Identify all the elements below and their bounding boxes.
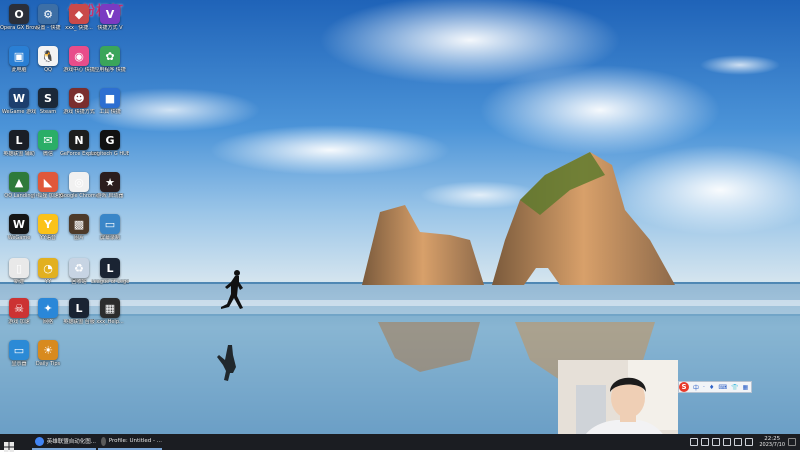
picture-app-icon: ▲	[9, 172, 29, 192]
monitor-icon: ▭	[9, 340, 29, 360]
qq-icon: 🐧	[38, 46, 58, 66]
desktop-icon-label: 应用程序 快捷	[94, 67, 126, 73]
desktop-icon-label: 游戏 启动器	[96, 193, 124, 199]
screenshot-icon: ▭	[100, 214, 120, 234]
fox-app-icon: ◣	[38, 172, 58, 192]
desktop-icon[interactable]: ☀ Daily Tips	[29, 338, 67, 378]
desktop-icon-label: 工具 快捷	[99, 109, 121, 115]
opera-gx-icon: O	[9, 4, 29, 24]
computer-icon: ▣	[9, 46, 29, 66]
sogou-tray-icon[interactable]	[745, 438, 754, 446]
pirate-game-icon: ☠	[9, 298, 29, 318]
volume-icon[interactable]	[723, 438, 732, 446]
desktop-icon[interactable]: ✿ 应用程序 快捷	[91, 44, 129, 84]
wechat-icon: ✉	[38, 130, 58, 150]
logitech-icon: G	[100, 130, 120, 150]
owl-app-icon: ◔	[38, 258, 58, 278]
wifi-icon[interactable]	[712, 438, 721, 446]
start-button[interactable]	[4, 437, 14, 452]
taskbar-app-label: 英雄联盟自动化图...	[46, 439, 96, 445]
desktop-icon-label: 快捷方式 V	[97, 25, 123, 31]
app-shortcut-icon: ◆	[69, 4, 89, 24]
v-app-icon: V	[100, 4, 120, 24]
settings-icon: ⚙	[38, 4, 58, 24]
desktop-icon-label: Logitech G HUB	[91, 151, 129, 157]
desktop-icon-label: xxx_Help...	[96, 319, 124, 325]
game-launcher-icon: ◉	[69, 46, 89, 66]
league-icon: L	[100, 258, 120, 278]
green-app-icon: ✿	[100, 46, 120, 66]
net-icon: ✦	[38, 298, 58, 318]
desktop-icon[interactable]: ■ 工具 快捷	[91, 86, 129, 126]
game-icon: ☻	[69, 88, 89, 108]
recycle-icon: ♻	[69, 258, 89, 278]
input-method-icon[interactable]	[734, 438, 743, 446]
yy-icon: Y	[38, 214, 58, 234]
ime-theme-icon[interactable]: 👕	[731, 384, 738, 391]
ime-punct-icon[interactable]: ·	[703, 384, 705, 391]
obs-icon	[101, 436, 106, 446]
ime-toolbar[interactable]: S 中 · ♦ ⌨ 👕 ▦	[678, 381, 752, 393]
sogou-logo-icon[interactable]: S	[679, 382, 689, 392]
desktop-icon[interactable]: ★ 游戏 启动器	[91, 170, 129, 210]
clock-date: 2023/7/10	[759, 442, 785, 448]
taskbar: 英雄联盟自动化图... Profile: Untitled - ... 22:2…	[0, 434, 800, 452]
notification-icon[interactable]	[788, 438, 796, 446]
game-box-icon: ▦	[100, 298, 120, 318]
desktop-icon[interactable]: ▦ xxx_Help...	[91, 296, 129, 336]
ime-skin-icon[interactable]: ♦	[709, 384, 714, 391]
desktop-icon-label: 屏幕录制	[99, 235, 120, 241]
blue-app-icon: ■	[100, 88, 120, 108]
daily-app-icon: ☀	[38, 340, 58, 360]
desktop-icon[interactable]: V 快捷方式 V	[91, 2, 129, 42]
league-client-icon: L	[9, 130, 29, 150]
desktop-icon[interactable]: ▭ 屏幕录制	[91, 212, 129, 252]
wegame-icon: W	[9, 88, 29, 108]
steam-icon: S	[38, 88, 58, 108]
desktop-icon[interactable]: G Logitech G HUB	[91, 128, 129, 168]
windows-logo-icon	[4, 442, 14, 452]
chrome-icon	[35, 436, 44, 446]
ime-toolbox-icon[interactable]: ▦	[742, 384, 748, 391]
document-icon: ▯	[9, 258, 29, 278]
network-icon[interactable]	[701, 438, 710, 446]
ime-keyboard-icon[interactable]: ⌨	[718, 384, 727, 391]
league-tw-icon: L	[69, 298, 89, 318]
taskbar-app-obs[interactable]: Profile: Untitled - ...	[98, 434, 162, 450]
red-game-icon: ★	[100, 172, 120, 192]
clock[interactable]: 22:25 2023/7/10	[759, 436, 785, 448]
desktop-icon[interactable]: LLeague of Legends	[91, 256, 129, 296]
system-tray: 22:25 2023/7/10	[687, 434, 796, 450]
desktop-icon-label: League of Legends	[91, 279, 129, 285]
chrome-icon: ◎	[69, 172, 89, 192]
nvidia-icon: N	[69, 130, 89, 150]
taskbar-app-label: Profile: Untitled - ...	[108, 438, 162, 444]
chevron-up-icon[interactable]	[690, 438, 699, 446]
ime-mode-toggle[interactable]: 中	[693, 383, 699, 392]
desktop-icon-label: Daily Tips	[35, 361, 61, 367]
taskbar-app-chrome[interactable]: 英雄联盟自动化图...	[32, 434, 96, 450]
wegame-dark-icon: W	[9, 214, 29, 234]
photo-icon: ▩	[69, 214, 89, 234]
